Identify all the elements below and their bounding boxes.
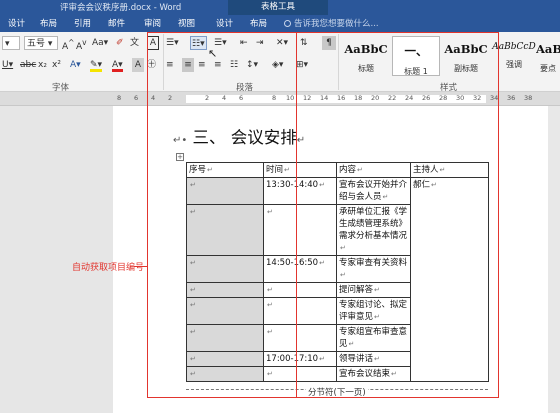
tab-view[interactable]: 视图 xyxy=(178,17,195,29)
tell-me-search[interactable]: 告诉我您想要做什么... xyxy=(284,17,379,29)
annotation-label: 自动获取项目编号 xyxy=(72,263,145,273)
font-size-value: 五号 xyxy=(27,39,46,49)
highlight-icon[interactable]: ✎▾ xyxy=(90,58,103,72)
style-name: 要点 xyxy=(540,64,556,73)
title-bar: 评审会会议秩序册.docx - Word 表格工具 xyxy=(0,0,560,15)
font-size-dropdown[interactable]: 五号 ▾ xyxy=(24,36,58,50)
ruler-tick: 6 xyxy=(134,94,139,102)
mouse-pointer-icon: ↖ xyxy=(208,47,218,60)
annotation-divider xyxy=(147,32,297,398)
vertical-scrollbar[interactable] xyxy=(548,106,560,413)
change-case-icon[interactable]: Aa▾ xyxy=(92,36,108,50)
tab-mailings[interactable]: 邮件 xyxy=(108,17,125,29)
ruler-tick: 38 xyxy=(524,94,533,102)
underline-icon[interactable]: U▾ xyxy=(2,58,13,72)
ruler-tick: 8 xyxy=(117,94,122,102)
shrink-font-icon[interactable]: Av xyxy=(76,36,87,52)
tell-me-placeholder: 告诉我您想要做什么... xyxy=(294,19,379,29)
tab-references[interactable]: 引用 xyxy=(74,17,91,29)
table-tools-context-title: 表格工具 xyxy=(228,0,328,15)
clear-format-icon[interactable]: ✐ xyxy=(116,36,124,50)
style-key-point[interactable]: AaBb 要点 xyxy=(536,36,560,76)
superscript-icon[interactable]: x² xyxy=(52,58,61,72)
style-sample: AaBb xyxy=(536,42,560,56)
phonetic-guide-icon[interactable]: 文 xyxy=(130,36,139,50)
grow-font-icon[interactable]: A^ xyxy=(62,36,74,52)
tab-layout[interactable]: 布局 xyxy=(40,17,57,29)
tab-design[interactable]: 设计 xyxy=(8,17,25,29)
search-icon xyxy=(284,20,291,27)
window-title: 评审会会议秩序册.docx - Word xyxy=(60,3,182,13)
tab-table-design[interactable]: 设计 xyxy=(216,17,233,29)
ruler-tick: 36 xyxy=(507,94,516,102)
strikethrough-icon[interactable]: abc xyxy=(20,58,36,72)
char-shading-icon[interactable]: A xyxy=(132,58,144,72)
ribbon-tabs: 设计 布局 引用 邮件 审阅 视图 设计 布局 告诉我您想要做什么... xyxy=(0,15,560,32)
font-name-dropdown[interactable]: ▾ xyxy=(2,36,20,50)
tab-review[interactable]: 审阅 xyxy=(144,17,161,29)
font-color-icon[interactable]: A▾ xyxy=(112,58,123,72)
tab-table-layout[interactable]: 布局 xyxy=(250,17,267,29)
text-effects-icon[interactable]: A▾ xyxy=(70,58,81,72)
subscript-icon[interactable]: x₂ xyxy=(38,58,47,72)
